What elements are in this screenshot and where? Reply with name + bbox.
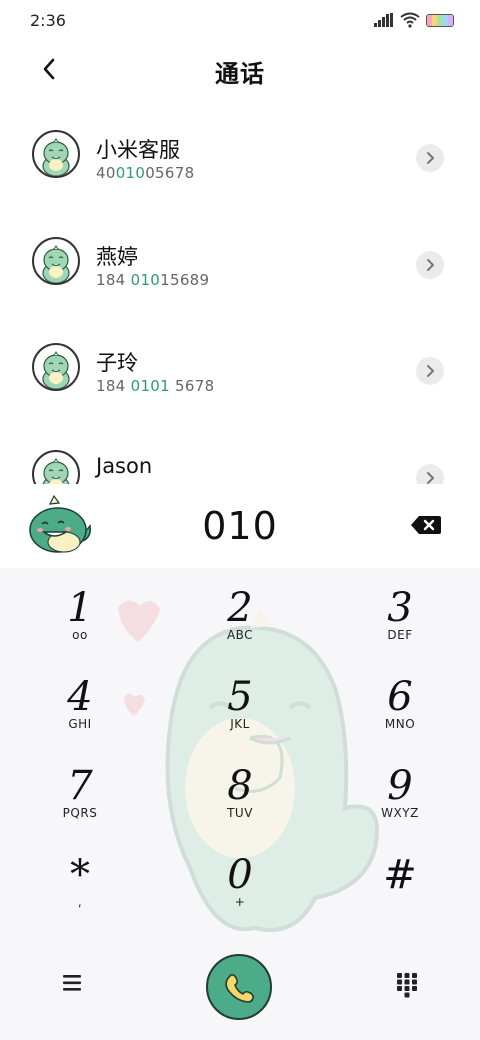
header: 通话: [0, 44, 480, 96]
signal-icon: [374, 13, 393, 27]
contact-row[interactable]: Jason: [0, 424, 480, 484]
contact-number: 184 01015689: [96, 271, 210, 289]
contact-detail-button[interactable]: [416, 251, 444, 279]
battery-icon: [426, 14, 454, 27]
key-0[interactable]: 0 +: [160, 835, 320, 919]
key-8[interactable]: 8 TUV: [160, 746, 320, 830]
chevron-right-icon: [427, 259, 434, 271]
key-1[interactable]: 1 ᴏᴏ: [0, 568, 160, 652]
contact-number: 4001005678: [96, 164, 195, 182]
contact-name: 子玲: [96, 351, 138, 375]
backspace-icon[interactable]: [410, 514, 442, 536]
status-time: 2:36: [30, 11, 66, 30]
contact-row[interactable]: 子玲 184 0101 5678: [0, 317, 480, 423]
chevron-right-icon: [427, 152, 434, 164]
contact-row[interactable]: 燕婷 184 01015689: [0, 211, 480, 317]
contact-name: 燕婷: [96, 245, 138, 269]
chevron-right-icon: [427, 365, 434, 377]
page-title: 通话: [215, 60, 265, 88]
avatar: [32, 237, 80, 285]
dialpad-icon[interactable]: [396, 972, 418, 998]
contact-row[interactable]: 小米客服 4001005678: [0, 104, 480, 210]
status-bar: 2:36: [0, 0, 480, 40]
menu-icon[interactable]: [60, 972, 86, 994]
contact-detail-button[interactable]: [416, 357, 444, 385]
key-3[interactable]: 3 DEF: [320, 568, 480, 652]
dialer-action-bar: [0, 946, 480, 1026]
key-5[interactable]: 5 JKL: [160, 657, 320, 741]
wifi-icon: [400, 12, 420, 28]
avatar: [32, 130, 80, 178]
dialed-number-display[interactable]: 010: [0, 504, 480, 548]
contact-detail-button[interactable]: [416, 464, 444, 484]
key-hash[interactable]: #: [320, 835, 480, 919]
phone-icon: [225, 974, 254, 1003]
contact-name: Jason: [96, 454, 153, 478]
key-7[interactable]: 7 PQRS: [0, 746, 160, 830]
avatar: [32, 450, 80, 484]
key-4[interactable]: 4 GHI: [0, 657, 160, 741]
call-button[interactable]: [206, 954, 272, 1020]
dial-input-area: 010: [0, 484, 480, 568]
key-star[interactable]: *,: [0, 835, 160, 919]
contact-number: 184 0101 5678: [96, 377, 215, 395]
chevron-right-icon: [427, 472, 434, 484]
key-6[interactable]: 6 MNO: [320, 657, 480, 741]
key-9[interactable]: 9 WXYZ: [320, 746, 480, 830]
avatar: [32, 343, 80, 391]
contact-name: 小米客服: [96, 138, 180, 162]
contact-suggestion-list[interactable]: 小米客服 4001005678 燕婷 184 01015689 子玲 184 0…: [0, 104, 480, 484]
voicemail-icon: ᴏᴏ: [72, 628, 88, 642]
contact-detail-button[interactable]: [416, 144, 444, 172]
key-2[interactable]: 2 ABC: [160, 568, 320, 652]
